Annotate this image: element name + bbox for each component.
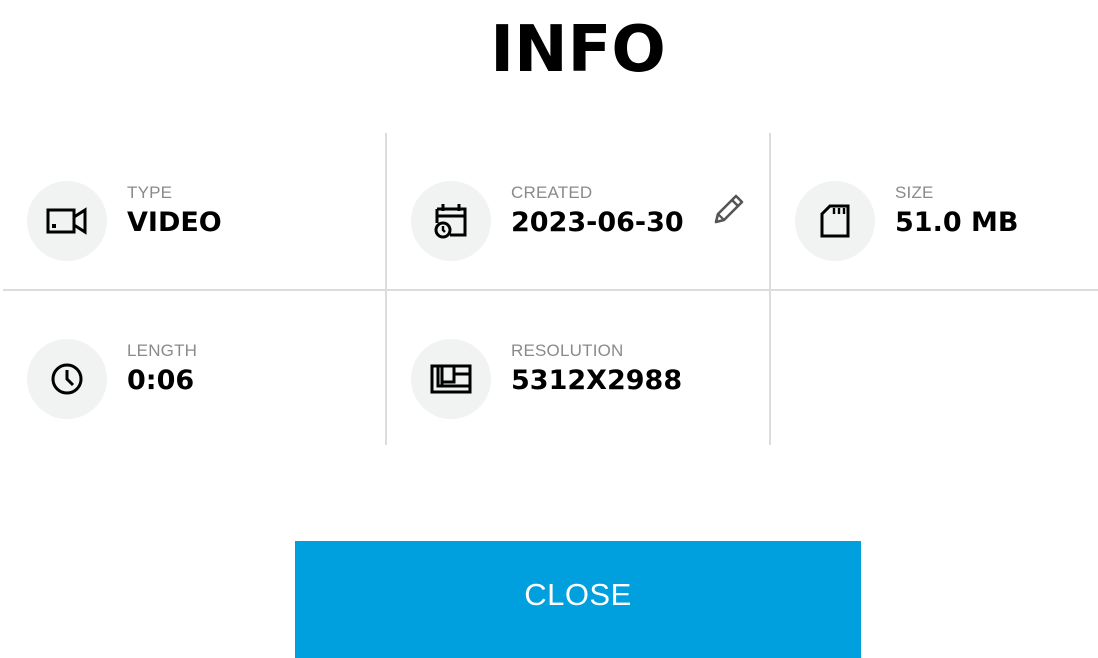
created-label: CREATED [511,183,593,202]
close-button[interactable]: CLOSE [295,541,861,658]
page-title: INFO [490,13,666,87]
sd-card-icon [795,181,875,261]
type-value: VIDEO [127,207,222,238]
grid-divider-vertical-1 [385,133,387,445]
calendar-clock-icon [411,181,491,261]
created-value: 2023-06-30 [511,207,684,238]
type-label: TYPE [127,183,173,202]
pencil-icon [714,194,744,224]
clock-icon [27,339,107,419]
edit-date-button[interactable] [709,189,749,229]
grid-divider-horizontal [3,289,1098,291]
length-value: 0:06 [127,365,195,396]
info-grid: TYPE VIDEO CREATED 2023-06-30 SIZE 51.0 … [3,133,1098,445]
size-label: SIZE [895,183,934,202]
resolution-icon [411,339,491,419]
size-value: 51.0 MB [895,207,1019,238]
resolution-value: 5312X2988 [511,365,683,396]
video-camera-icon [27,181,107,261]
length-label: LENGTH [127,341,198,360]
grid-divider-vertical-2 [769,133,771,445]
resolution-label: RESOLUTION [511,341,624,360]
info-cell-length [3,291,386,447]
